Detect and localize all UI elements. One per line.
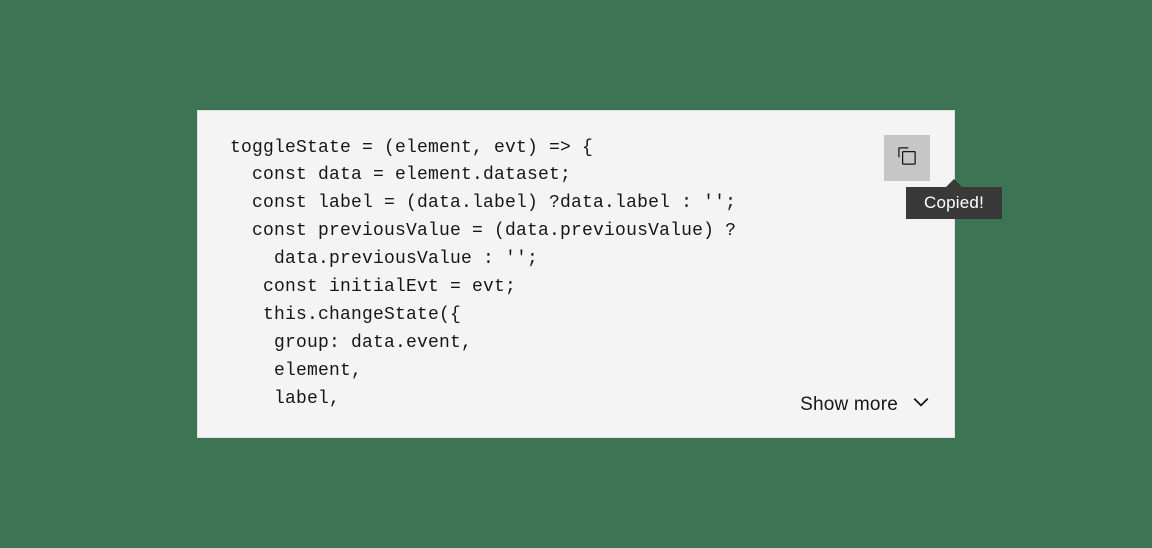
show-more-button[interactable]: Show more xyxy=(800,393,930,417)
copy-icon xyxy=(897,146,917,169)
chevron-down-icon xyxy=(912,393,930,417)
copied-tooltip: Copied! xyxy=(906,187,1002,219)
show-more-label: Show more xyxy=(800,394,898,416)
code-snippet-card: toggleState = (element, evt) => { const … xyxy=(197,110,955,439)
code-content: toggleState = (element, evt) => { const … xyxy=(230,135,922,414)
copy-button[interactable] xyxy=(884,135,930,181)
tooltip-text: Copied! xyxy=(924,193,984,212)
